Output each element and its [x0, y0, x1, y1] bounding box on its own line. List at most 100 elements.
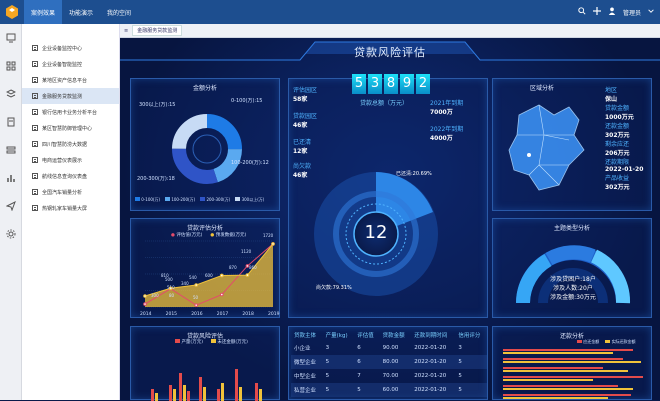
layers-icon[interactable]: [0, 80, 22, 108]
document-icon: [32, 77, 38, 83]
legend-100-200[interactable]: 100-200(万): [165, 197, 195, 203]
sidebar-item-steel-sales[interactable]: 热钢轧家车销量大屏: [22, 200, 119, 216]
table-row[interactable]: 微型企业 5 6 80.00 2022-01-20 5: [291, 355, 487, 369]
digit-4: 9: [400, 74, 414, 94]
sidebar-item-loan-monitor[interactable]: 金融服务贷款监测: [22, 88, 119, 104]
loan-table: 贷款主体 产量(kg) 评估值 贷款金额 还款到期时间 信用评分 小企业 3 6 90…: [291, 329, 487, 397]
value-label: 510: [167, 285, 175, 290]
data-point[interactable]: [143, 294, 147, 298]
stack-icon[interactable]: [0, 136, 22, 164]
sidebar-item-equipment-monitor[interactable]: 企业设备监控中心: [22, 40, 119, 56]
legend-200-300[interactable]: 200-300(万): [200, 197, 230, 203]
chart-icon[interactable]: [0, 164, 22, 192]
risk-bar-chart: [151, 369, 262, 401]
monitor-icon[interactable]: [0, 24, 22, 52]
value-label: 80: [169, 293, 175, 298]
value-label: 300: [151, 293, 159, 298]
gauge-seg-2: [545, 245, 596, 266]
table-row[interactable]: 私营企业 5 5 60.00 2022-01-20 5: [291, 383, 487, 397]
topic-lines: 涉及贷困户:18户 涉及人数:20户 涉及金额:30万元: [541, 275, 605, 302]
data-point[interactable]: [143, 302, 147, 306]
loan-table-panel: 贷款主体 产量(kg) 评估值 贷款金额 还款到期时间 信用评分 小企业 3 6 90…: [288, 326, 488, 400]
table-header-row: 贷款主体 产量(kg) 评估值 贷款金额 还款到期时间 信用评分: [291, 329, 487, 341]
document-icon: [32, 45, 38, 51]
value-label: 860: [249, 265, 257, 270]
region-title: 区域分析: [529, 85, 554, 92]
total-label: 贷款总额（万元）: [360, 100, 409, 107]
region-panel: 区域分析 地区 保山 贷款金额 1000万元 还款金额 302万元 剩余应还 206万元…: [492, 78, 652, 211]
region-stat-income: 产品收益 302万元: [605, 175, 630, 191]
topic-people: 涉及人数:20户: [553, 285, 593, 292]
top-bar: 案例效果 功能演示 我的空间 管理员: [0, 0, 660, 24]
sidebar-item-asset-platform[interactable]: 某地区资产信息平台: [22, 72, 119, 88]
data-point[interactable]: [220, 273, 224, 278]
value-label: 50: [193, 295, 199, 300]
sidebar-item-flood-data[interactable]: 四川智慧防涝大数据: [22, 136, 119, 152]
x-tick-label: 2014: [140, 311, 152, 317]
menu-icon[interactable]: ≡: [124, 28, 128, 34]
tab-cases[interactable]: 案例效果: [24, 0, 63, 24]
tab-demo[interactable]: 功能演示: [62, 0, 100, 24]
user-name[interactable]: 管理员: [623, 8, 641, 17]
search-icon[interactable]: [578, 7, 586, 17]
sidebar-item-defense-center[interactable]: 某区智慧防御管理中心: [22, 120, 119, 136]
data-point[interactable]: [194, 283, 198, 287]
chevron-down-icon[interactable]: [648, 8, 654, 16]
data-point[interactable]: [220, 292, 224, 297]
table-row[interactable]: 小企业 3 6 90.00 2022-01-20 3: [291, 341, 487, 355]
digit-3: 8: [384, 74, 398, 94]
topic-panel: 主题类型分析 涉及贷困户:18户 涉及人数:20户 涉及金额:30万元: [492, 218, 652, 318]
stat-evaluated: 评估园区 58家: [293, 87, 318, 103]
document-icon: [32, 61, 38, 67]
sidebar-item-ecommerce[interactable]: 电商运营仪表展示: [22, 152, 119, 168]
add-icon[interactable]: [592, 7, 601, 17]
value-label: 600: [205, 273, 213, 278]
digit-5: 2: [416, 74, 430, 94]
amount-panel: 金额分析 300以上(万):15 0-100(万):15 200-300(万):…: [130, 78, 280, 211]
user-icon[interactable]: [608, 7, 616, 17]
repay-panel: 还款分析 应还金额 实际还款金额: [492, 326, 652, 400]
legend-0-100[interactable]: 0-100(万): [135, 197, 160, 203]
col-credit: 信用评分: [458, 333, 481, 339]
sidebar-item-credit-card[interactable]: 银行信用卡业务分析平台: [22, 104, 119, 120]
data-point[interactable]: [245, 273, 250, 277]
page-title: 贷款风险评估: [354, 46, 426, 59]
tab-my-space[interactable]: 我的空间: [100, 0, 138, 24]
data-point[interactable]: [194, 303, 198, 307]
document-icon: [32, 173, 38, 179]
amount-label-200-300: 200-300(万):18: [137, 176, 175, 182]
sidebar-item-car-sales[interactable]: 全国汽车销量分析: [22, 184, 119, 200]
settings-icon[interactable]: [0, 220, 22, 248]
table-row[interactable]: 中型企业 5 7 70.00 2022-01-20 5: [291, 369, 487, 383]
document-icon[interactable]: [0, 108, 22, 136]
risk-panel: 贷款风险评估 产量(万元) 未还金额(万元): [130, 326, 280, 401]
topic-poor-households: 涉及贷困户:18户: [550, 276, 596, 283]
region-stat-remaining: 剩余应还 206万元: [605, 141, 630, 157]
sidebar-item-flight-query[interactable]: 航线信息查询仪表盘: [22, 168, 119, 184]
grid-icon[interactable]: [0, 52, 22, 80]
region-stat-loan: 贷款金额 1000万元: [605, 105, 634, 121]
app-logo[interactable]: [0, 0, 24, 24]
sidebar: 企业设备监控中心 企业设备智能监控 某地区资产信息平台 金融服务贷款监测 银行信…: [22, 24, 120, 400]
center-value: 12: [364, 222, 388, 243]
amount-label-0-100: 0-100(万):15: [231, 98, 263, 104]
send-icon[interactable]: [0, 192, 22, 220]
sidebar-item-smart-monitor[interactable]: 企业设备智能监控: [22, 56, 119, 72]
region-stat-repaid: 还款金额 302万元: [605, 123, 630, 139]
value-label: 1120: [241, 249, 252, 254]
topic-amount: 涉及金额:30万元: [550, 294, 596, 301]
amount-label-100-200: 100-200(万):12: [231, 160, 269, 166]
data-point[interactable]: [271, 242, 275, 246]
document-icon: [32, 125, 38, 131]
legend-300-plus[interactable]: 300以上(万): [235, 197, 264, 203]
digit-2: 3: [368, 74, 382, 94]
document-icon: [32, 93, 38, 99]
document-icon: [32, 141, 38, 147]
repay-bar-chart: [503, 349, 643, 399]
tab-loan-monitor[interactable]: 金融服务贷款监测: [132, 25, 183, 36]
eval-line-chart: 17201120860870600540340500810510300 80 502…: [140, 233, 280, 317]
col-output: 产量(kg): [325, 333, 348, 339]
dashboard: 贷款风险评估 金额分析 300以上(万):15 0-100(万):15 200-…: [120, 38, 660, 401]
value-label: 810: [161, 273, 169, 278]
owed-ratio: 尚欠款:79.31%: [316, 285, 352, 291]
